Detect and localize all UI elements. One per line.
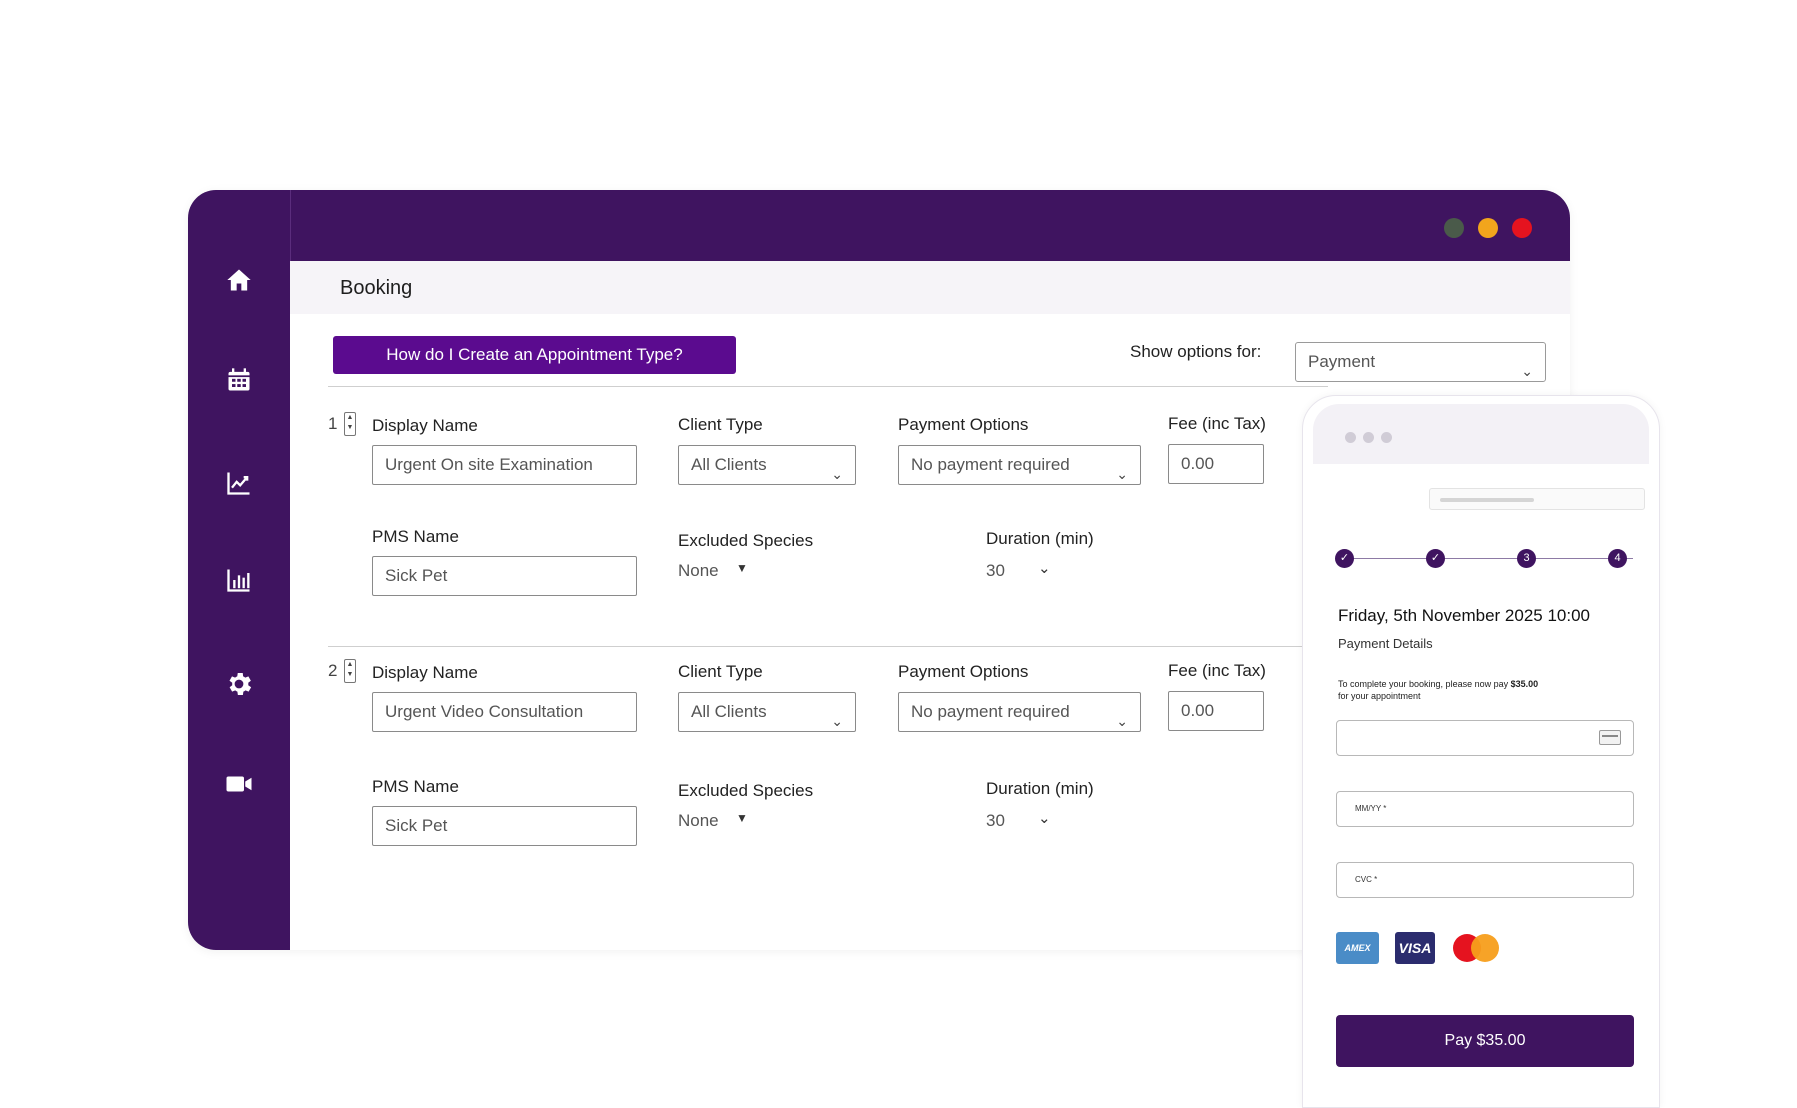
amex-logo: AMEX [1336,932,1379,964]
expiry-field[interactable]: MM/YY * [1336,791,1634,827]
client-type-value: All Clients [691,702,767,721]
chevron-down-icon[interactable]: ⌄ [1038,559,1051,577]
show-options-value: Payment [1308,352,1376,371]
step-2-complete: ✓ [1426,549,1445,568]
client-type-select[interactable]: All Clients ⌄ [678,445,856,485]
window-close-button[interactable] [1512,218,1532,238]
fee-input[interactable]: 0.00 [1168,444,1264,484]
client-type-label: Client Type [678,662,763,681]
excluded-species-label: Excluded Species [678,781,814,800]
trend-chart-icon[interactable] [221,465,257,501]
phone-dot [1363,432,1374,443]
pms-name-label: PMS Name [372,527,459,546]
row-index: 2 [328,661,338,680]
home-icon[interactable] [221,262,257,298]
phone-dot [1345,432,1356,443]
pms-name-label: PMS Name [372,777,459,796]
duration-label: Duration (min) [986,779,1094,798]
display-name-label: Display Name [372,663,478,682]
display-name-label: Display Name [372,416,478,435]
pms-name-input[interactable]: Sick Pet [372,806,637,846]
row-index: 1 [328,414,338,433]
display-name-input[interactable]: Urgent Video Consultation [372,692,637,732]
payment-note-suffix: for your appointment [1338,691,1421,701]
window-minimize-button[interactable] [1444,218,1464,238]
fee-label: Fee (inc Tax) [1168,414,1266,433]
booking-datetime: Friday, 5th November 2025 10:00 [1338,606,1590,625]
duration-value[interactable]: 30 [986,561,1005,581]
payment-options-value: No payment required [911,455,1070,474]
credit-card-icon [1599,730,1621,745]
mastercard-logo [1453,932,1501,964]
payment-options-label: Payment Options [898,662,1029,681]
fee-input[interactable]: 0.00 [1168,691,1264,731]
calendar-icon[interactable] [221,362,257,398]
gear-icon[interactable] [221,666,257,702]
payment-options-label: Payment Options [898,415,1029,434]
help-create-appointment-button[interactable]: How do I Create an Appointment Type? [333,336,736,374]
phone-dot [1381,432,1392,443]
cvc-field[interactable]: CVC * [1336,862,1634,898]
payment-details-title: Payment Details [1338,636,1433,651]
chevron-down-icon[interactable]: ⌄ [1038,809,1051,827]
progress-line [1353,558,1633,559]
chevron-down-icon: ⌄ [1521,363,1533,379]
page-header: Booking [290,261,1570,314]
payment-options-select[interactable]: No payment required ⌄ [898,692,1141,732]
duration-value[interactable]: 30 [986,811,1005,831]
divider [328,646,1328,647]
pay-button[interactable]: Pay $35.00 [1336,1015,1634,1067]
chevron-down-icon: ⌄ [1116,713,1128,729]
client-type-label: Client Type [678,415,763,434]
caret-down-icon[interactable]: ▼ [736,811,748,825]
client-type-value: All Clients [691,455,767,474]
payment-note-prefix: To complete your booking, please now pay [1338,679,1511,689]
show-options-select[interactable]: Payment ⌄ [1295,342,1546,382]
duration-label: Duration (min) [986,529,1094,548]
payment-note: To complete your booking, please now pay… [1338,678,1598,702]
client-type-select[interactable]: All Clients ⌄ [678,692,856,732]
excluded-species-label: Excluded Species [678,531,814,550]
bar-chart-icon[interactable] [221,562,257,598]
reorder-stepper[interactable]: ▲ ▼ [344,659,356,683]
fee-label: Fee (inc Tax) [1168,661,1266,680]
excluded-species-value[interactable]: None [678,561,719,581]
phone-address-bar [1429,488,1645,510]
caret-down-icon[interactable]: ▼ [736,561,748,575]
pms-name-input[interactable]: Sick Pet [372,556,637,596]
step-4: 4 [1608,549,1627,568]
chevron-down-icon: ⌄ [831,466,843,482]
window-maximize-button[interactable] [1478,218,1498,238]
step-3: 3 [1517,549,1536,568]
visa-logo: VISA [1395,932,1435,964]
sidebar [188,190,290,950]
page-title: Booking [340,277,413,299]
payment-options-select[interactable]: No payment required ⌄ [898,445,1141,485]
phone-header [1313,404,1649,464]
step-1-complete: ✓ [1335,549,1354,568]
chevron-down-icon: ⌄ [1116,466,1128,482]
divider [328,386,1328,387]
payment-options-value: No payment required [911,702,1070,721]
phone-mockup: ✓ ✓ 3 4 Friday, 5th November 2025 10:00 … [1302,395,1660,1108]
video-camera-icon[interactable] [221,766,257,802]
card-number-field[interactable] [1336,720,1634,756]
chevron-down-icon: ⌄ [831,713,843,729]
title-bar [290,190,1570,261]
show-options-label: Show options for: [1130,342,1262,361]
payment-note-amount: $35.00 [1510,679,1539,689]
excluded-species-value[interactable]: None [678,811,719,831]
reorder-stepper[interactable]: ▲ ▼ [344,412,356,436]
display-name-input[interactable]: Urgent On site Examination [372,445,637,485]
